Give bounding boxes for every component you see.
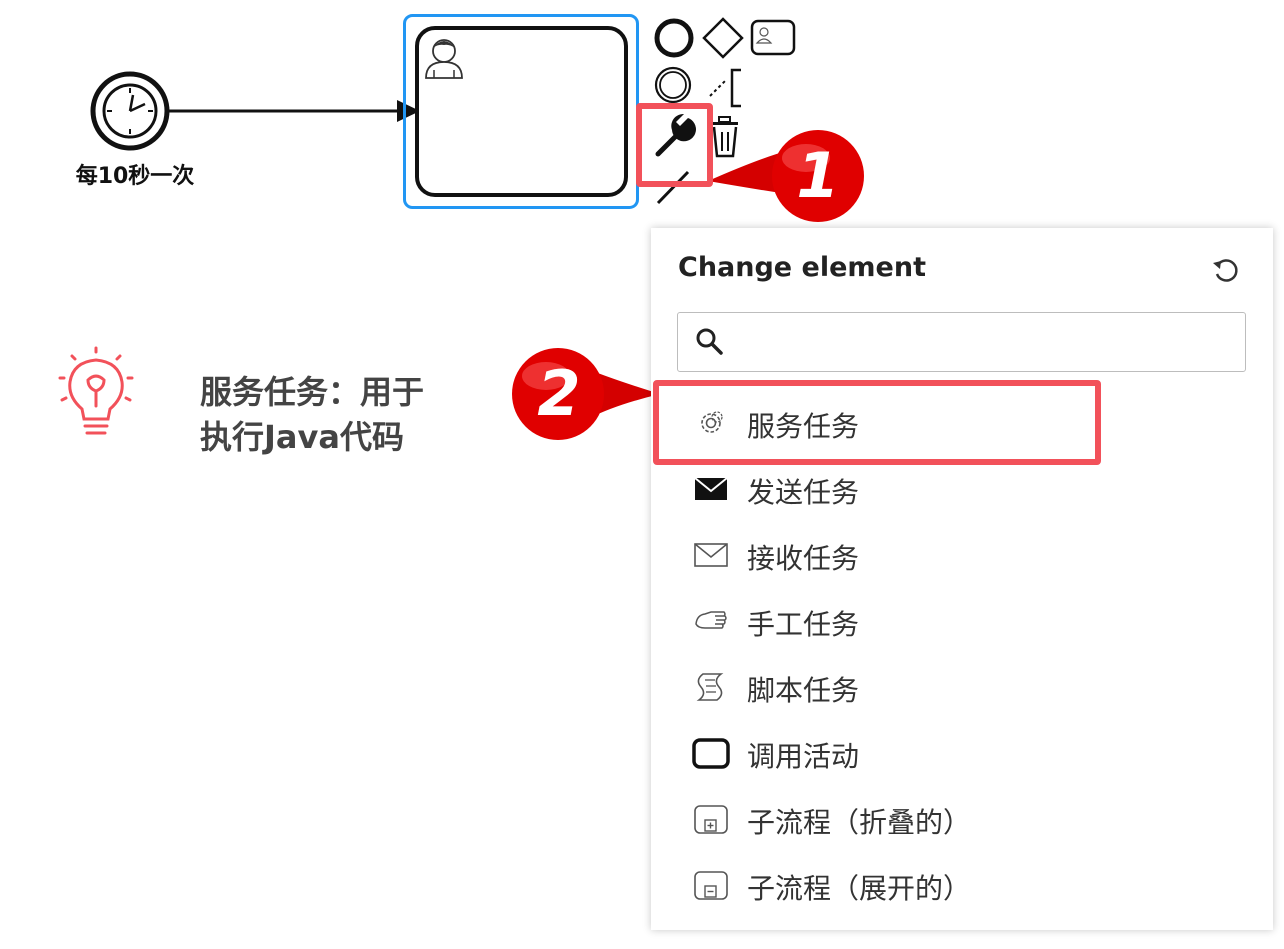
entry-label: 子流程（展开的） <box>747 872 972 905</box>
entry-call-activity[interactable]: 调用活动 <box>677 726 1117 780</box>
reset-icon[interactable] <box>1209 254 1241 286</box>
entry-subprocess-collapsed[interactable]: 子流程（折叠的） <box>677 792 1117 846</box>
tip-line-1: 服务任务：用于 <box>200 373 425 411</box>
append-end-event-icon[interactable] <box>654 18 694 58</box>
subprocess-expanded-icon <box>694 871 728 900</box>
timer-start-event[interactable] <box>90 71 170 151</box>
user-task[interactable] <box>403 14 639 209</box>
tip-text: 服务任务：用于 执行Java代码 <box>200 370 500 460</box>
entry-label: 手工任务 <box>747 608 860 641</box>
entry-label: 调用活动 <box>747 740 860 773</box>
call-activity-icon <box>692 738 730 769</box>
search-icon <box>696 328 723 355</box>
sequence-flow[interactable] <box>168 100 420 122</box>
tip-line-2: 执行Java代码 <box>200 418 404 456</box>
entry-manual-task[interactable]: 手工任务 <box>677 594 1117 648</box>
callout-1-number: 1 <box>796 139 840 212</box>
timer-event-label: 每10秒一次 <box>75 164 195 189</box>
service-task-highlight <box>653 380 1101 465</box>
script-icon <box>696 673 724 701</box>
append-intermediate-event-icon[interactable] <box>654 66 692 104</box>
wrench-highlight <box>636 103 713 187</box>
lightbulb-icon <box>58 346 134 435</box>
hand-icon <box>695 611 727 629</box>
entry-label: 子流程（折叠的） <box>747 806 972 839</box>
callout-2-number: 2 <box>537 357 581 430</box>
envelope-filled-icon <box>694 477 728 500</box>
entry-subprocess-expanded[interactable]: 子流程（展开的） <box>677 858 1117 912</box>
popup-title: Change element <box>678 252 926 283</box>
entry-receive-task[interactable]: 接收任务 <box>677 528 1117 582</box>
envelope-outline-icon <box>694 543 728 567</box>
trash-icon[interactable] <box>711 116 738 158</box>
search-field[interactable] <box>677 312 1246 372</box>
append-task-icon[interactable] <box>750 19 796 56</box>
subprocess-collapsed-icon <box>694 805 728 834</box>
search-input[interactable] <box>736 321 1235 363</box>
entry-label: 接收任务 <box>747 542 860 575</box>
entry-label: 发送任务 <box>747 476 860 509</box>
entry-label: 脚本任务 <box>747 674 860 707</box>
change-element-popup: Change element 服务任务 发送任务 接收任务 手工任务 脚本任务 … <box>651 228 1273 930</box>
append-gateway-icon[interactable] <box>702 17 744 59</box>
entry-send-task[interactable]: 发送任务 <box>677 462 1117 516</box>
text-annotation-icon[interactable] <box>709 68 741 108</box>
entry-script-task[interactable]: 脚本任务 <box>677 660 1117 714</box>
